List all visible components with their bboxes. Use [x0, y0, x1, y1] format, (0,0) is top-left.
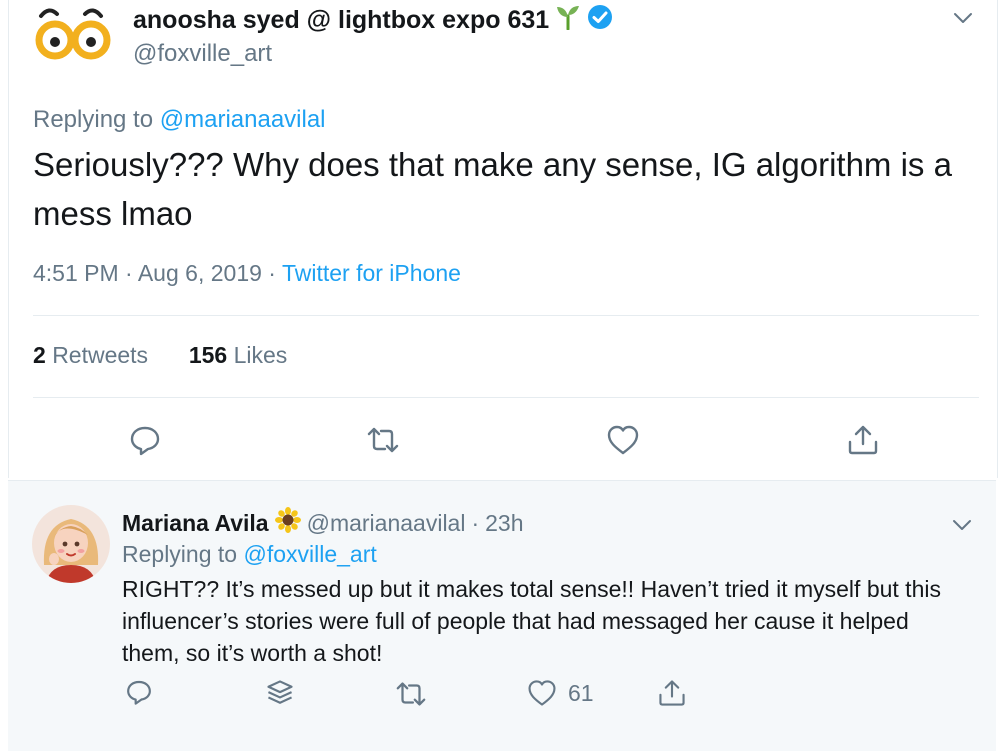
reply-tweet[interactable]: Mariana Avila @marianaavilal · 23h Reply… — [8, 480, 996, 751]
thread-icon — [267, 680, 293, 704]
share-button[interactable] — [845, 422, 881, 458]
likes-count: 156 — [188, 342, 228, 368]
tweet-meta: 4:51 PM · Aug 6, 2019 · Twitter for iPho… — [33, 260, 461, 287]
meta-separator: · — [125, 260, 133, 286]
sunflower-emoji — [274, 507, 301, 539]
meta-separator: · — [471, 509, 480, 536]
display-name[interactable]: anoosha syed @ lightbox expo 631 — [133, 6, 549, 35]
reply-icon — [127, 680, 151, 705]
tweet-date[interactable]: Aug 6, 2019 — [138, 260, 262, 286]
likes-stat[interactable]: 156 Likes — [189, 342, 287, 368]
meta-separator: · — [268, 260, 276, 286]
replying-to: Replying to @marianaavilal — [33, 106, 326, 134]
reply-button[interactable] — [124, 677, 154, 707]
tweet-text: Seriously??? Why does that make any sens… — [33, 146, 952, 232]
replying-prefix: Replying to — [33, 106, 154, 133]
handle[interactable]: @marianaavilal — [307, 510, 466, 537]
stats-row: 2 Retweets 156 Likes — [33, 342, 287, 369]
display-name-row[interactable]: anoosha syed @ lightbox expo 631 — [133, 4, 613, 37]
retweet-button[interactable] — [394, 677, 428, 711]
divider — [33, 315, 979, 316]
replying-to-link[interactable]: @marianaavilal — [160, 106, 326, 133]
retweet-icon — [396, 682, 426, 706]
divider — [33, 397, 979, 398]
reply-button[interactable] — [127, 422, 163, 458]
retweets-stat[interactable]: 2 Retweets — [33, 342, 154, 368]
handle[interactable]: @foxville_art — [133, 40, 272, 68]
share-icon — [848, 425, 878, 455]
tweet-time[interactable]: 23h — [485, 510, 523, 537]
avatar[interactable] — [33, 2, 113, 62]
verified-badge-icon — [587, 4, 613, 37]
likes-label: Likes — [233, 342, 288, 368]
retweets-count: 2 — [33, 342, 46, 368]
share-icon — [659, 680, 685, 706]
avatar[interactable] — [32, 505, 110, 583]
like-count: 61 — [568, 679, 594, 706]
tweet-source[interactable]: Twitter for iPhone — [282, 260, 461, 286]
replying-to-link[interactable]: @foxville_art — [243, 541, 376, 567]
replying-prefix: Replying to — [122, 541, 238, 567]
retweets-label: Retweets — [52, 342, 149, 368]
retweet-icon — [367, 427, 399, 453]
share-button[interactable] — [656, 677, 688, 709]
seedling-emoji — [555, 4, 581, 37]
like-button[interactable]: 61 — [526, 677, 594, 709]
tweet-text: RIGHT?? It’s messed up but it makes tota… — [122, 576, 941, 666]
like-icon — [607, 425, 639, 455]
retweet-button[interactable] — [365, 422, 401, 458]
reply-icon — [130, 426, 160, 456]
replying-to: Replying to @foxville_art — [122, 541, 377, 568]
tweet-time[interactable]: 4:51 PM — [33, 260, 119, 286]
like-button[interactable] — [605, 422, 641, 458]
reply-header: Mariana Avila @marianaavilal · 23h — [122, 507, 524, 539]
thread-button[interactable] — [264, 677, 296, 709]
like-icon — [528, 680, 556, 706]
chevron-down-icon[interactable] — [951, 6, 975, 35]
chevron-down-icon[interactable] — [950, 513, 974, 542]
main-tweet: anoosha syed @ lightbox expo 631 @foxvil… — [8, 0, 998, 478]
display-name[interactable]: Mariana Avila — [122, 510, 269, 537]
